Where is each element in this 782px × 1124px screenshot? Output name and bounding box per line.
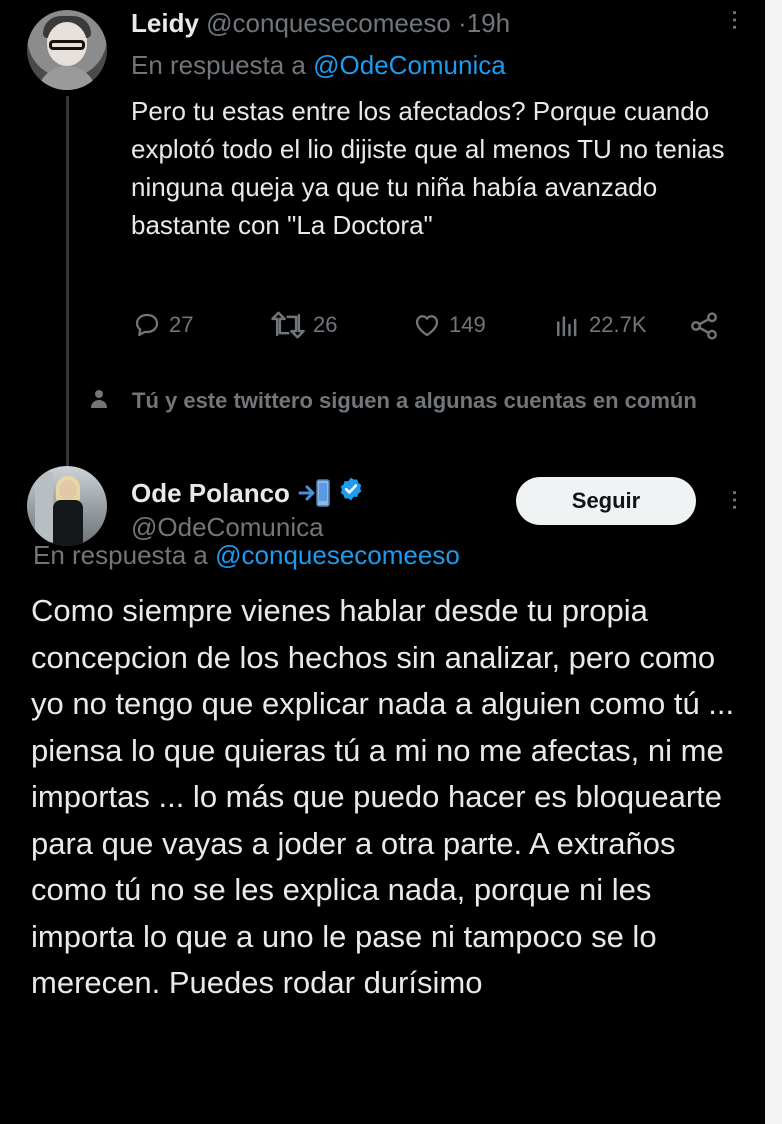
reply-button[interactable]: 27 (131, 310, 193, 340)
like-count: 149 (449, 312, 486, 337)
share-button[interactable] (687, 310, 727, 342)
replying-prefix: En respuesta a (33, 540, 208, 570)
social-context-text: Tú y este twittero siguen a algunas cuen… (132, 388, 697, 413)
replying-to: En respuesta a @OdeComunica (131, 48, 506, 82)
more-icon[interactable]: ··· (721, 8, 752, 30)
user-handle[interactable]: @conquesecomeeso (206, 8, 451, 38)
screenshot-edge (765, 0, 782, 1124)
views-button[interactable]: 22.7K (551, 310, 647, 340)
tweet-time[interactable]: 19h (467, 8, 510, 38)
reply-icon (135, 313, 159, 337)
display-name[interactable]: Leidy (131, 8, 199, 38)
repost-icon (271, 311, 305, 339)
person-icon (91, 390, 107, 408)
tweet-header: Leidy @conquesecomeeso ·19h (131, 6, 510, 40)
separator: · (458, 8, 467, 38)
tweet-thread: Leidy @conquesecomeeso ·19h ··· En respu… (0, 0, 765, 1124)
replying-to: En respuesta a @conquesecomeeso (33, 538, 460, 572)
tweet-actions: 27 26 149 22.7K (131, 310, 731, 346)
replying-to-link[interactable]: @conquesecomeeso (215, 540, 460, 570)
arrow-phone-emoji-icon (298, 478, 332, 508)
avatar[interactable] (27, 466, 107, 546)
share-icon (691, 312, 717, 340)
like-icon (415, 315, 439, 337)
repost-button[interactable]: 26 (269, 310, 337, 340)
avatar[interactable] (27, 10, 107, 90)
follow-button[interactable]: Seguir (516, 477, 696, 525)
tweet-text: Como siempre vienes hablar desde tu prop… (31, 593, 735, 1000)
thread-connector-line (66, 96, 69, 466)
more-icon[interactable]: ··· (721, 488, 752, 510)
reply-count: 27 (169, 312, 194, 337)
tweet-text: Pero tu estas entre los afectados? Porqu… (131, 96, 725, 240)
repost-count: 26 (313, 312, 338, 337)
replying-to-link[interactable]: @OdeComunica (313, 50, 506, 80)
views-icon (557, 316, 577, 337)
display-name[interactable]: Ode Polanco (131, 476, 290, 510)
replying-prefix: En respuesta a (131, 50, 306, 80)
views-count: 22.7K (589, 312, 647, 337)
verified-badge-icon[interactable] (338, 476, 364, 510)
like-button[interactable]: 149 (411, 310, 486, 340)
display-name-row: Ode Polanco (131, 476, 364, 510)
